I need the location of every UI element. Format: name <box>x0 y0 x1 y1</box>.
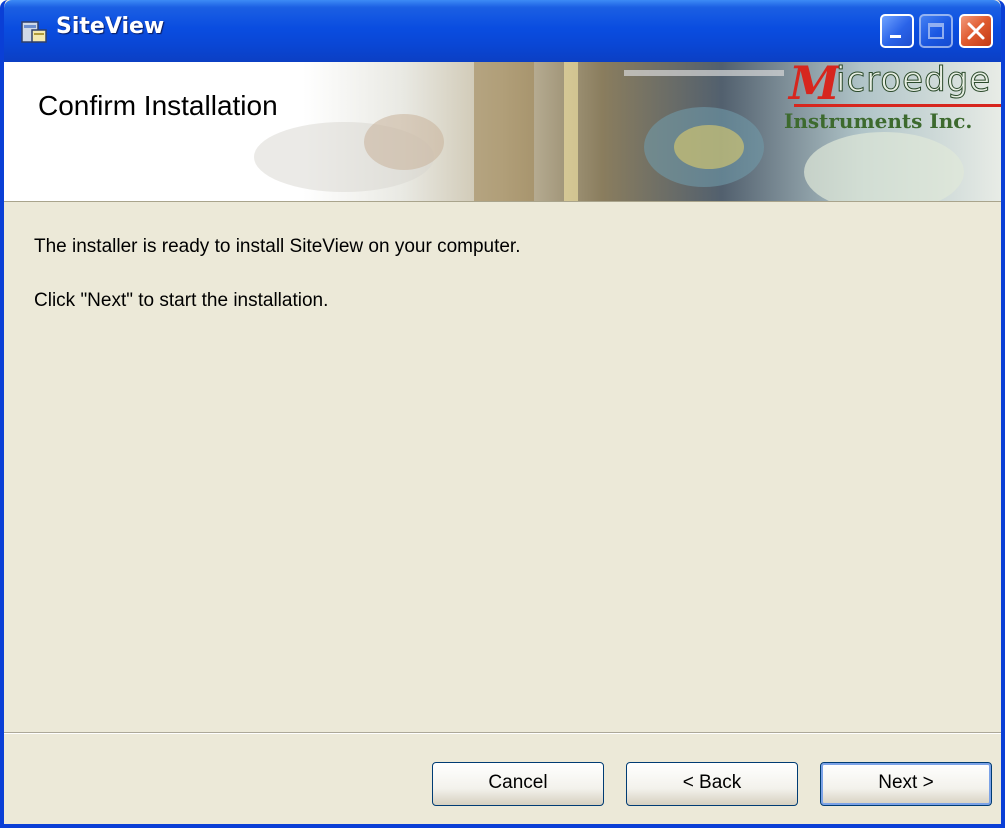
installer-icon <box>20 18 48 46</box>
cancel-button[interactable]: Cancel <box>432 762 604 806</box>
back-button[interactable]: < Back <box>626 762 798 806</box>
installer-window: SiteView Confirm Installation M icroedge… <box>0 0 1005 828</box>
page-title: Confirm Installation <box>38 90 278 121</box>
logo-initial: M <box>789 62 840 110</box>
maximize-button[interactable] <box>919 14 953 48</box>
minimize-icon <box>890 35 901 38</box>
next-button[interactable]: Next > <box>820 762 992 806</box>
close-icon <box>967 22 985 40</box>
logo-underline <box>794 104 1001 107</box>
title-bar[interactable]: SiteView <box>4 0 1001 62</box>
logo-subtext: Instruments Inc. <box>784 109 973 133</box>
ready-message: The installer is ready to install SiteVi… <box>34 236 521 257</box>
minimize-button[interactable] <box>880 14 914 48</box>
instruction-message: Click "Next" to start the installation. <box>34 290 329 311</box>
header-banner: Confirm Installation M icroedge Instrume… <box>4 62 1001 202</box>
window-title: SiteView <box>56 14 165 39</box>
logo-text: icroedge <box>835 62 992 101</box>
close-button[interactable] <box>959 14 993 48</box>
footer-separator <box>4 732 1001 734</box>
dialog-body: The installer is ready to install SiteVi… <box>4 202 1001 732</box>
maximize-icon <box>928 23 944 39</box>
